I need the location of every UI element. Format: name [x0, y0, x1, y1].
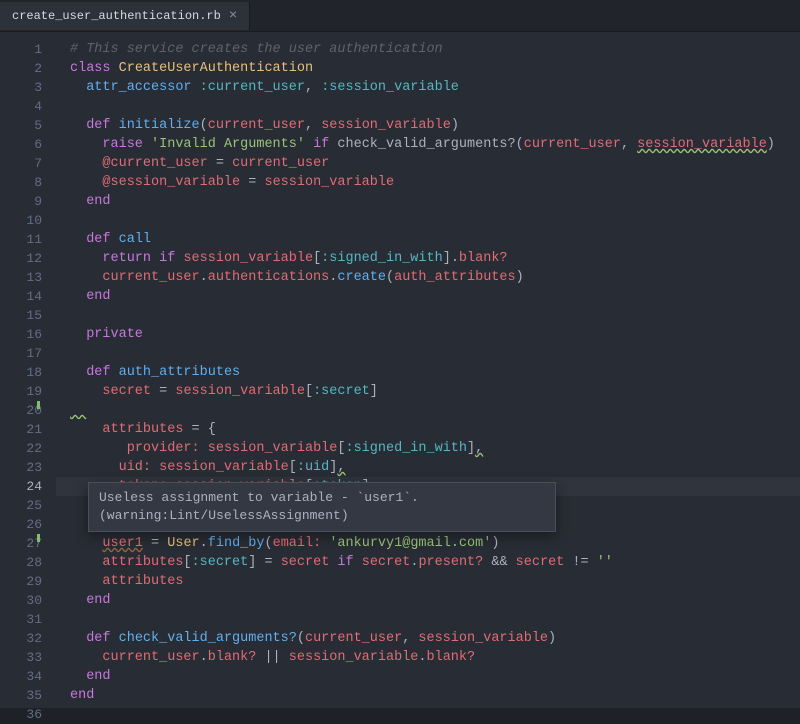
line-number: 30 [0, 591, 42, 610]
code-line: raise 'Invalid Arguments' if check_valid… [70, 135, 800, 154]
code-line [70, 610, 800, 629]
code-editor[interactable]: 1 2 3 4 5 6 7 8 9 10 11 12 13 14 15 16 1… [0, 32, 800, 708]
line-number: 21 [0, 420, 42, 439]
line-number: 10 [0, 211, 42, 230]
code-line: return if session_variable[:signed_in_wi… [70, 249, 800, 268]
code-line: provider: session_variable[:signed_in_wi… [70, 439, 800, 458]
code-line: class CreateUserAuthentication [70, 59, 800, 78]
line-number-gutter: 1 2 3 4 5 6 7 8 9 10 11 12 13 14 15 16 1… [0, 32, 56, 708]
tab-bar: create_user_authentication.rb × [0, 0, 800, 32]
code-line: attributes = { [70, 420, 800, 439]
code-line: secret = session_variable[:secret] [70, 382, 800, 401]
code-line: user1 = User.find_by(email: 'ankurvy1@gm… [70, 534, 800, 553]
line-number: 28 [0, 553, 42, 572]
close-icon[interactable]: × [229, 9, 237, 23]
line-number: 26 [0, 515, 42, 534]
line-number: 9 [0, 192, 42, 211]
code-line: current_user.blank? || session_variable.… [70, 648, 800, 667]
line-number: 1 [0, 40, 42, 59]
code-line: end [70, 686, 800, 705]
code-line: @current_user = current_user [70, 154, 800, 173]
line-number: 23 [0, 458, 42, 477]
code-line: end [70, 667, 800, 686]
line-number: 24 [0, 477, 42, 496]
code-line: end [70, 287, 800, 306]
line-number: 12 [0, 249, 42, 268]
file-tab[interactable]: create_user_authentication.rb × [0, 2, 250, 30]
line-number: 22 [0, 439, 42, 458]
code-line: end [70, 192, 800, 211]
line-number: 5 [0, 116, 42, 135]
code-line: private [70, 325, 800, 344]
code-line [70, 97, 800, 116]
code-area[interactable]: # This service creates the user authenti… [56, 32, 800, 708]
line-number: 20 [0, 401, 42, 420]
code-line [70, 306, 800, 325]
code-line: @session_variable = session_variable [70, 173, 800, 192]
line-number: 15 [0, 306, 42, 325]
code-line: def check_valid_arguments?(current_user,… [70, 629, 800, 648]
code-line: def initialize(current_user, session_var… [70, 116, 800, 135]
code-line: current_user.authentications.create(auth… [70, 268, 800, 287]
line-number: 8 [0, 173, 42, 192]
line-number: 32 [0, 629, 42, 648]
line-number: 33 [0, 648, 42, 667]
code-line [70, 401, 800, 420]
tab-filename: create_user_authentication.rb [12, 9, 221, 23]
lint-tooltip: Useless assignment to variable - `user1`… [88, 482, 556, 532]
line-number: 7 [0, 154, 42, 173]
line-number: 18 [0, 363, 42, 382]
line-number: 29 [0, 572, 42, 591]
line-number: 31 [0, 610, 42, 629]
line-number: 11 [0, 230, 42, 249]
code-line: uid: session_variable[:uid], [70, 458, 800, 477]
line-number: 2 [0, 59, 42, 78]
code-line: attributes [70, 572, 800, 591]
code-line [70, 211, 800, 230]
code-line [70, 344, 800, 363]
code-line: attributes[:secret] = secret if secret.p… [70, 553, 800, 572]
line-number: 13 [0, 268, 42, 287]
line-number: 17 [0, 344, 42, 363]
line-number: 19 [0, 382, 42, 401]
line-number: 4 [0, 97, 42, 116]
code-line: attr_accessor :current_user, :session_va… [70, 78, 800, 97]
code-line: # This service creates the user authenti… [70, 40, 800, 59]
line-number: 27 [0, 534, 42, 553]
code-line: def auth_attributes [70, 363, 800, 382]
code-line: end [70, 591, 800, 610]
line-number: 34 [0, 667, 42, 686]
code-line: def call [70, 230, 800, 249]
change-marker-icon [37, 534, 40, 542]
line-number: 3 [0, 78, 42, 97]
line-number: 14 [0, 287, 42, 306]
tooltip-text: Useless assignment to variable - `user1`… [99, 490, 419, 523]
line-number: 35 [0, 686, 42, 705]
line-number: 16 [0, 325, 42, 344]
line-number: 25 [0, 496, 42, 515]
line-number: 6 [0, 135, 42, 154]
change-marker-icon [37, 401, 40, 409]
